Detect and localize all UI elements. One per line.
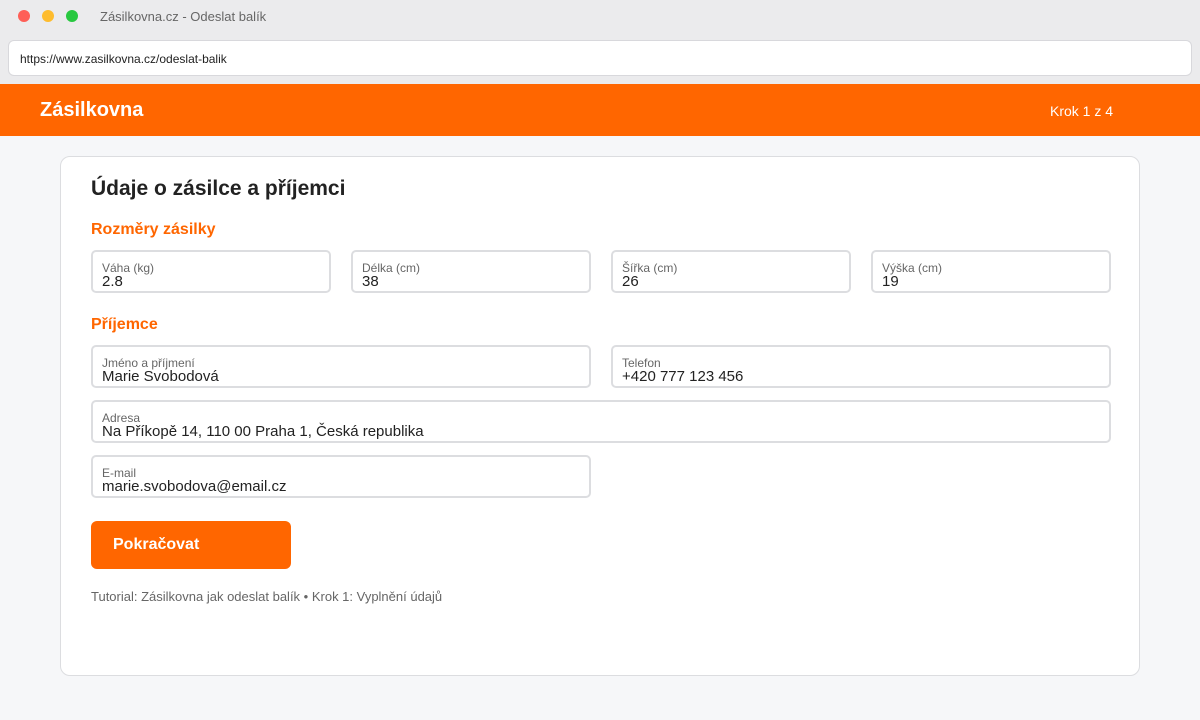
- phone-value: +420 777 123 456: [622, 368, 744, 385]
- minimize-window-button[interactable]: [42, 10, 54, 22]
- close-window-button[interactable]: [18, 10, 30, 22]
- address-bar[interactable]: https://www.zasilkovna.cz/odeslat-balik: [8, 40, 1192, 76]
- continue-button[interactable]: Pokračovat: [91, 521, 291, 569]
- page-title: Údaje o zásilce a příjemci: [91, 177, 346, 200]
- dimensions-section-heading: Rozměry zásilky: [91, 221, 216, 238]
- shipment-form-card: Údaje o zásilce a příjemci Rozměry zásil…: [60, 156, 1140, 676]
- address-value: Na Příkopě 14, 110 00 Praha 1, Česká rep…: [102, 423, 424, 440]
- weight-field[interactable]: Váha (kg) 2.8: [91, 250, 331, 293]
- name-field[interactable]: Jméno a příjmení Marie Svobodová: [91, 345, 591, 388]
- width-field[interactable]: Šířka (cm) 26: [611, 250, 851, 293]
- window-titlebar: Zásilkovna.cz - Odeslat balík: [0, 0, 1200, 32]
- tutorial-note: Tutorial: Zásilkovna jak odeslat balík •…: [91, 589, 443, 604]
- window-title: Zásilkovna.cz - Odeslat balík: [100, 9, 267, 24]
- recipient-section-heading: Příjemce: [91, 316, 158, 333]
- email-field[interactable]: E-mail marie.svobodova@email.cz: [91, 455, 591, 498]
- length-field[interactable]: Délka (cm) 38: [351, 250, 591, 293]
- email-value: marie.svobodova@email.cz: [102, 478, 287, 495]
- address-field[interactable]: Adresa Na Příkopě 14, 110 00 Praha 1, Če…: [91, 400, 1111, 443]
- maximize-window-button[interactable]: [66, 10, 78, 22]
- width-value: 26: [622, 273, 639, 290]
- browser-toolbar: https://www.zasilkovna.cz/odeslat-balik: [0, 32, 1200, 84]
- site-logo[interactable]: Zásilkovna: [40, 99, 143, 122]
- step-indicator: Krok 1 z 4: [1050, 103, 1114, 119]
- name-value: Marie Svobodová: [102, 368, 219, 385]
- height-field[interactable]: Výška (cm) 19: [871, 250, 1111, 293]
- length-value: 38: [362, 273, 379, 290]
- phone-field[interactable]: Telefon +420 777 123 456: [611, 345, 1111, 388]
- height-value: 19: [882, 273, 899, 290]
- site-header: Zásilkovna Krok 1 z 4: [0, 84, 1200, 136]
- weight-value: 2.8: [102, 273, 123, 290]
